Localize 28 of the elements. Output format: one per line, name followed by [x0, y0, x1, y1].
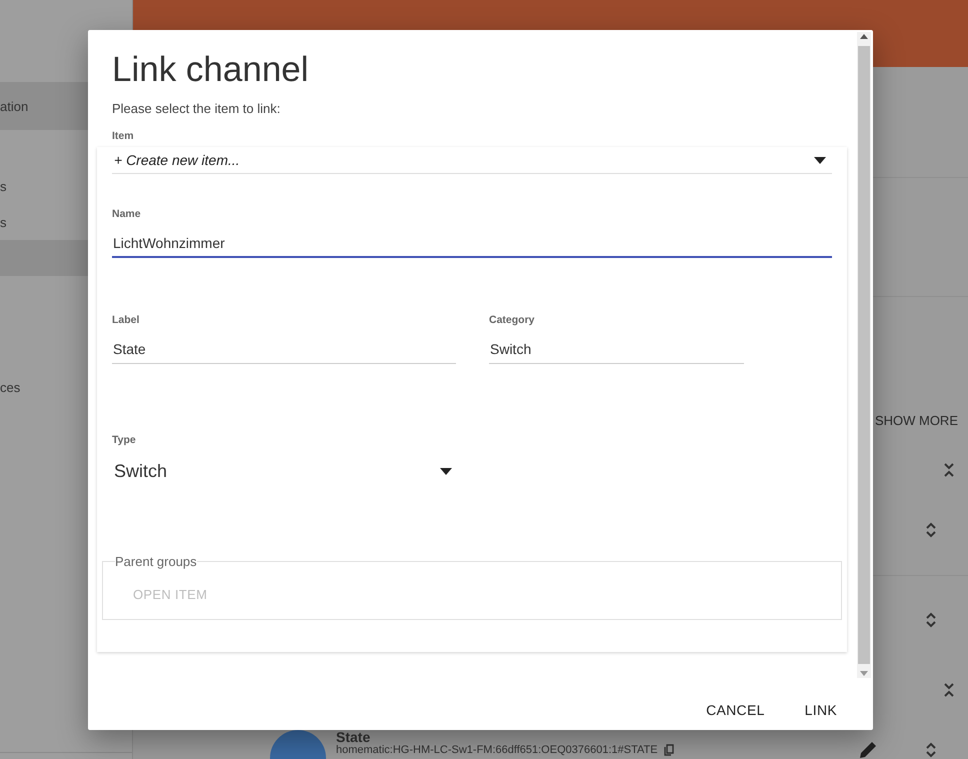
- collapse-icon[interactable]: [943, 682, 955, 698]
- item-select[interactable]: + Create new item...: [112, 147, 832, 174]
- field-label: Item: [112, 130, 135, 142]
- caret-icon: [814, 156, 826, 164]
- text-field[interactable]: LichtWohnzimmer: [112, 229, 832, 258]
- item-subtitle: homematic:HG-HM-LC-Sw1-FM:66dff651:OEQ0376601:1#STATE: [336, 744, 658, 756]
- text-field[interactable]: Switch: [489, 335, 744, 364]
- field-label: Category: [489, 314, 536, 326]
- copy-icon[interactable]: [664, 744, 674, 756]
- type-select[interactable]: Switch: [112, 456, 452, 486]
- expand-icon[interactable]: [925, 612, 937, 628]
- scroll-up-icon[interactable]: [860, 32, 868, 42]
- show-more-button[interactable]: SHOW MORE: [874, 413, 958, 428]
- panel-legend: Parent groups: [115, 554, 197, 569]
- field-label: Name: [112, 208, 142, 220]
- dialog-button[interactable]: CANCEL: [698, 694, 773, 726]
- pencil-icon[interactable]: [858, 740, 878, 759]
- text-field[interactable]: State: [112, 335, 456, 364]
- field-label: Label: [112, 314, 140, 326]
- dialog-button[interactable]: LINK: [796, 694, 845, 726]
- collapse-icon[interactable]: [943, 462, 955, 478]
- expand-icon[interactable]: [925, 522, 937, 538]
- item-title: State: [336, 730, 370, 744]
- scroll-down-icon[interactable]: [860, 668, 868, 678]
- caret-icon: [440, 468, 452, 474]
- field-label: Type: [112, 434, 137, 446]
- scrollbar[interactable]: [857, 32, 871, 678]
- expand-icon[interactable]: [925, 742, 937, 758]
